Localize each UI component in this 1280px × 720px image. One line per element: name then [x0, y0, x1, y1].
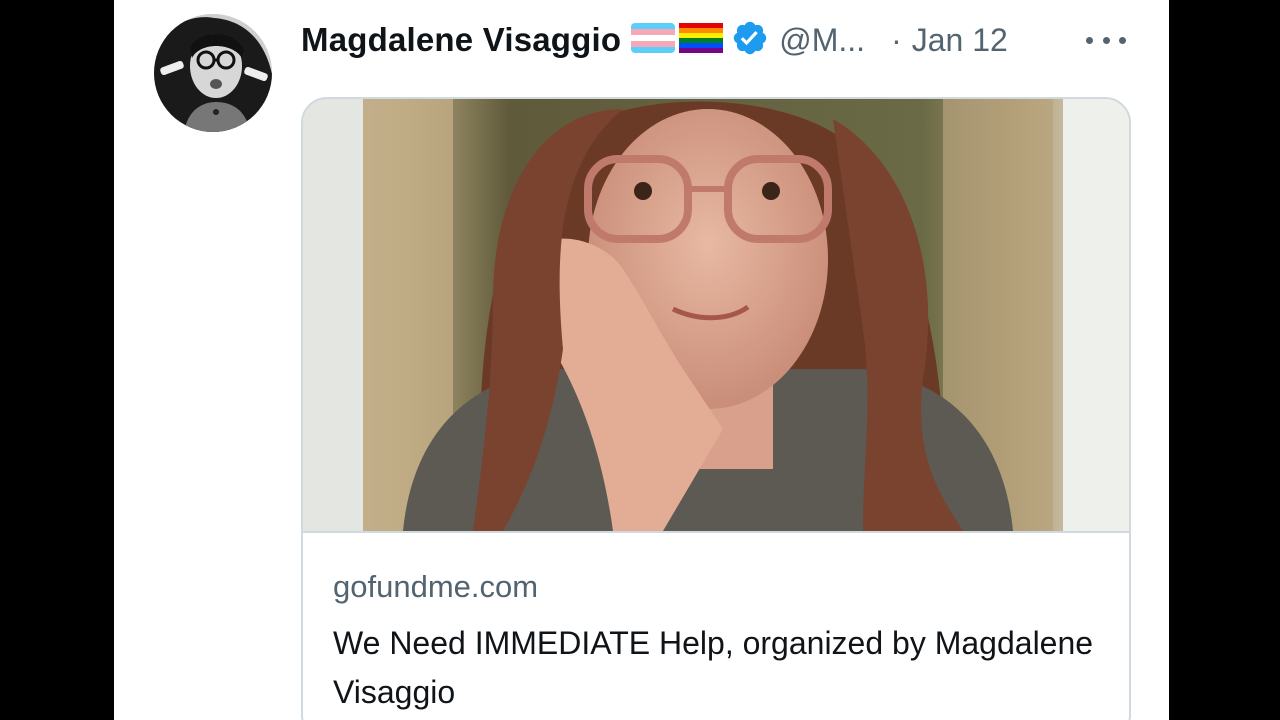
card-domain: gofundme.com [333, 569, 539, 604]
rainbow-flag-icon [679, 22, 724, 58]
author-handle[interactable]: @M... [779, 22, 865, 59]
verified-badge-icon [731, 19, 769, 62]
card-image[interactable] [303, 99, 1129, 533]
author-name[interactable]: Magdalene Visaggio [301, 21, 621, 59]
transgender-flag-icon [631, 22, 676, 58]
separator-dot: · [891, 21, 902, 58]
tweet-date[interactable]: Jan 12 [912, 22, 1008, 59]
tweet[interactable]: Magdalene Visaggio @M... · Jan 12 gofund… [114, 0, 1169, 720]
card-title: We Need IMMEDIATE Help, organized by Mag… [333, 625, 1094, 710]
more-options-icon[interactable] [1086, 22, 1126, 58]
link-card[interactable]: gofundme.com We Need IMMEDIATE Help, org… [301, 97, 1131, 720]
avatar[interactable] [154, 14, 272, 132]
tweet-header: Magdalene Visaggio @M... · Jan 12 [301, 14, 1008, 66]
